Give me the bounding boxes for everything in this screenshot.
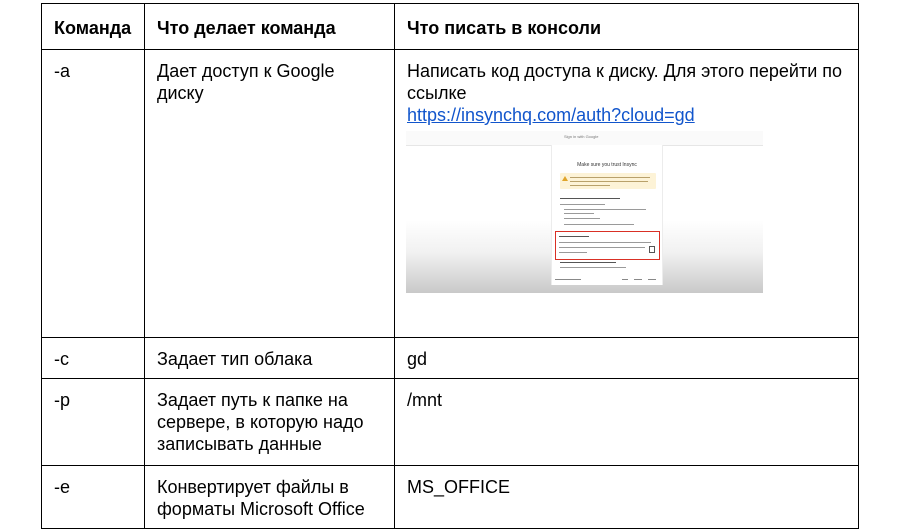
screenshot-title: Make sure you trust Insync — [577, 162, 637, 168]
screenshot-card: Make sure you trust Insync — [551, 145, 663, 285]
warning-text-line — [570, 181, 648, 182]
screenshot-warning-box — [560, 173, 656, 189]
table-header-row: Команда Что делает команда Что писать в … — [41, 3, 859, 50]
table-row: -c Задает тип облака gd — [41, 337, 859, 379]
footer-line — [622, 279, 628, 280]
screenshot-text-line — [564, 218, 600, 219]
commands-table: Команда Что делает команда Что писать в … — [41, 3, 859, 529]
warning-icon — [562, 176, 568, 181]
table-row: -p Задает путь к папке на сервере, в кот… — [41, 378, 859, 466]
screenshot-text-line — [560, 204, 605, 205]
screenshot-topbar: Sign in with Google — [406, 131, 763, 146]
google-auth-screenshot: Sign in with Google Make sure you trust … — [406, 131, 763, 293]
table-row: -e Конвертирует файлы в форматы Microsof… — [41, 465, 859, 529]
screenshot-text-line — [564, 224, 634, 225]
table-row: -a Дает доступ к Google диску Написать к… — [41, 49, 859, 338]
command-cell: -a — [41, 49, 145, 338]
command-cell: -c — [41, 337, 145, 379]
console-cell: /mnt — [394, 378, 859, 466]
auth-code-label-line — [559, 236, 589, 237]
footer-line — [648, 279, 656, 280]
warning-text-line — [570, 185, 610, 186]
auth-code-text-line — [559, 242, 651, 243]
screenshot-text-line — [560, 198, 620, 199]
header-description: Что делает команда — [144, 3, 395, 50]
footer-line — [555, 279, 581, 280]
auth-code-highlight — [555, 231, 660, 260]
console-cell: Написать код доступа к диску. Для этого … — [394, 49, 859, 338]
auth-code-text-line — [559, 252, 587, 253]
command-cell: -p — [41, 378, 145, 466]
warning-text-line — [570, 177, 650, 178]
description-cell: Задает путь к папке на сервере, в котору… — [144, 378, 395, 466]
auth-link[interactable]: https://insynchq.com/auth?cloud=gd — [407, 104, 846, 126]
console-cell: gd — [394, 337, 859, 379]
copy-icon[interactable] — [649, 246, 655, 253]
footer-line — [634, 279, 642, 280]
header-command: Команда — [41, 3, 145, 50]
screenshot-footer — [552, 276, 662, 285]
screenshot-text-line — [560, 267, 626, 268]
screenshot-topbar-text: Sign in with Google — [564, 134, 599, 139]
screenshot-text-line — [564, 209, 646, 210]
console-text: Написать код доступа к диску. Для этого … — [407, 61, 843, 103]
description-cell: Задает тип облака — [144, 337, 395, 379]
description-cell: Дает доступ к Google диску — [144, 49, 395, 338]
auth-code-text-line — [559, 247, 645, 248]
header-console: Что писать в консоли — [394, 3, 859, 50]
console-cell: MS_OFFICE — [394, 465, 859, 529]
command-cell: -e — [41, 465, 145, 529]
screenshot-text-line — [560, 262, 616, 263]
description-cell: Конвертирует файлы в форматы Microsoft O… — [144, 465, 395, 529]
screenshot-text-line — [564, 213, 594, 214]
